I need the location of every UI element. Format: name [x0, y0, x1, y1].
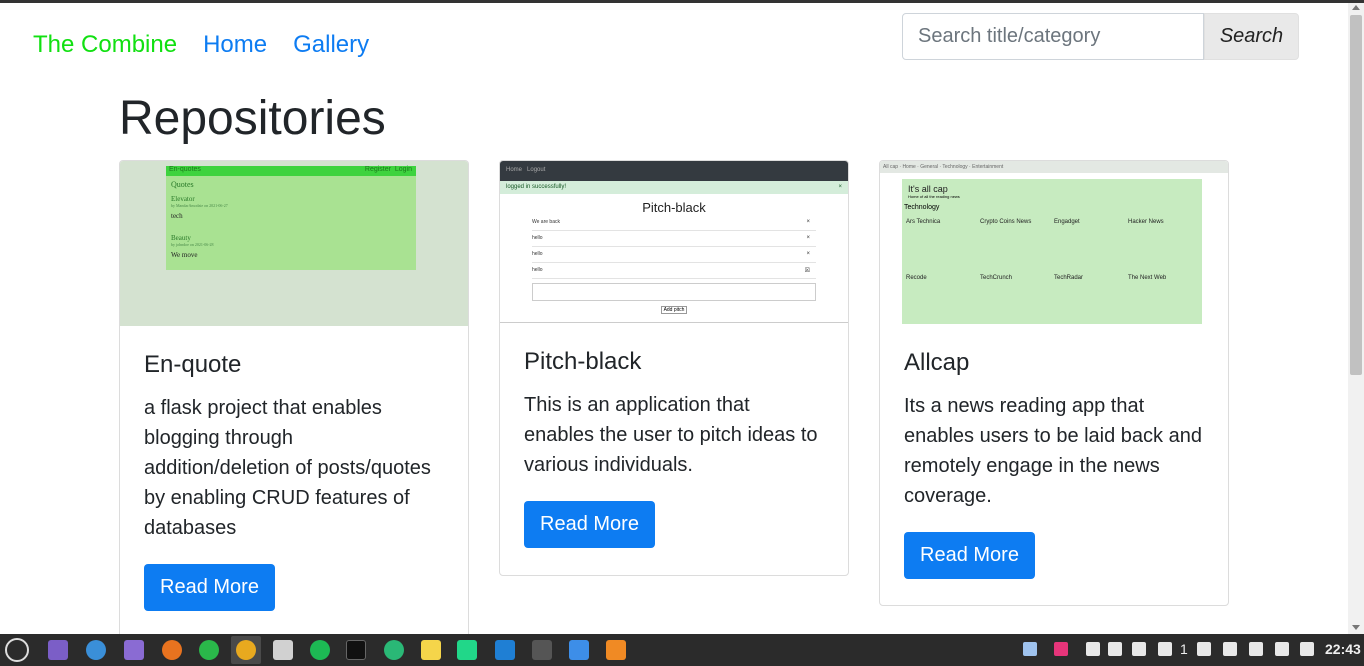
notes-icon[interactable]	[421, 640, 441, 660]
shield-icon[interactable]	[1132, 642, 1146, 656]
card-title: Allcap	[904, 349, 970, 376]
scroll-down-arrow-icon[interactable]	[1352, 625, 1360, 630]
card-title: En-quote	[144, 351, 242, 378]
thumbnail-alert: logged in successfully! ×	[500, 181, 848, 194]
card-body: Pitch-black This is an application that …	[500, 348, 848, 548]
thumbnail-post-meta: by johndoe on 2021-06-28	[171, 242, 214, 247]
en-quote-thumbnail: En-quotes Register Login Quotes Elevator…	[120, 161, 468, 326]
firefox-icon[interactable]	[162, 640, 182, 660]
sound-icon[interactable]	[1275, 642, 1289, 656]
thumbnail-row: We are back ×	[532, 219, 816, 231]
card-body: En-quote a flask project that enables bl…	[120, 351, 468, 611]
terminal-icon[interactable]	[346, 640, 366, 660]
thumbnail-source: The Next Web	[1128, 275, 1167, 281]
mint-menu-icon[interactable]	[5, 638, 29, 662]
notification-count: 1	[1180, 641, 1188, 657]
allcap-thumbnail: All cap · Home · General · Technology · …	[880, 161, 1228, 324]
browser-viewport: The Combine Home Gallery Search Reposito…	[0, 3, 1348, 634]
thumbnail-navbar: En-quotes Register Login	[166, 166, 416, 176]
thumbnail-source: TechRadar	[1054, 275, 1084, 281]
clock[interactable]: 22:43	[1325, 641, 1361, 657]
printer-icon[interactable]	[1197, 642, 1211, 656]
thumbnail-post-meta: by MandarAmodzie on 2021-06-27	[171, 203, 228, 208]
card-description: Its a news reading app that enables user…	[904, 395, 1202, 507]
page-title: Repositories	[119, 92, 386, 145]
navbar: The Combine Home Gallery	[33, 31, 369, 59]
thumbnail-post-body: tech	[171, 212, 183, 220]
app-tray-icon[interactable]	[1054, 642, 1068, 656]
brand-link[interactable]: The Combine	[33, 31, 177, 59]
battery-icon[interactable]	[1300, 642, 1314, 656]
card-description: This is an application that enables the …	[524, 394, 818, 476]
thumbnail-content: It's all cap Home of all the reading new…	[902, 179, 1202, 324]
star-icon[interactable]	[1223, 642, 1237, 656]
thumbnail-add-button: Add pitch	[500, 306, 848, 314]
clipboard-icon[interactable]	[1108, 642, 1122, 656]
thumbnail-heading: It's all cap	[908, 184, 948, 194]
media-player-icon[interactable]	[606, 640, 626, 660]
page-scrollbar[interactable]	[1348, 3, 1364, 634]
spotify-icon[interactable]	[310, 640, 330, 660]
chrome-icon[interactable]	[236, 640, 256, 660]
thumbnail-section: Technology	[904, 204, 940, 211]
wifi-icon[interactable]	[1249, 642, 1263, 656]
thumbnail-subtitle: Home of all the reading news	[908, 194, 960, 199]
thumbnail-bar-links: Register Login	[364, 166, 412, 173]
repo-card-pitch-black: Home Logout logged in successfully! × Pit…	[499, 160, 849, 576]
thumbnail-source: Crypto Coins News	[980, 219, 1032, 225]
dropbox-icon[interactable]	[569, 640, 589, 660]
files-icon[interactable]	[124, 640, 144, 660]
search-button[interactable]: Search	[1204, 13, 1299, 60]
thumbnail-post-title: Beauty	[171, 234, 191, 242]
whatsapp-icon[interactable]	[199, 640, 219, 660]
thumbnail-heading: Pitch-black	[642, 200, 706, 215]
thumbnail-source: Recode	[906, 275, 927, 281]
thumbnail-heading: Quotes	[171, 180, 194, 189]
slides-icon[interactable]	[273, 640, 293, 660]
nav-link-gallery[interactable]: Gallery	[293, 31, 369, 59]
bluetooth-icon[interactable]	[1086, 642, 1100, 656]
thumbnail-source: Hacker News	[1128, 219, 1164, 225]
repo-card-allcap: All cap · Home · General · Technology · …	[879, 160, 1229, 606]
nav-link-home[interactable]: Home	[203, 31, 267, 59]
atom-icon[interactable]	[384, 640, 404, 660]
taskbar: 1 22:43	[0, 634, 1364, 666]
pycharm-icon[interactable]	[457, 640, 477, 660]
thumbnail-navbar: Home Logout	[500, 161, 848, 181]
thumbnail-source: TechCrunch	[980, 275, 1013, 281]
search-form: Search	[902, 13, 1299, 60]
thumbnail-post-body: We move	[171, 251, 198, 259]
read-more-button[interactable]: Read More	[904, 532, 1035, 579]
card-body: Allcap Its a news reading app that enabl…	[880, 349, 1228, 579]
thumbnail-row: hello ×	[532, 251, 816, 263]
thumbnail-source: Ars Technica	[906, 219, 941, 225]
workspace-icon[interactable]	[48, 640, 68, 660]
pitch-black-thumbnail: Home Logout logged in successfully! × Pit…	[500, 161, 848, 323]
thumbnail-sources-row: Ars Technica Crypto Coins News Engadget …	[902, 219, 1202, 225]
thumbnail-row: hello ×	[532, 235, 816, 247]
thumbnail-content: En-quotes Register Login Quotes Elevator…	[166, 166, 416, 270]
card-description: a flask project that enables blogging th…	[144, 397, 431, 539]
read-more-button[interactable]: Read More	[144, 564, 275, 611]
thumbnail-source: Engadget	[1054, 219, 1080, 225]
scroll-up-arrow-icon[interactable]	[1352, 5, 1360, 10]
search-input[interactable]	[902, 13, 1204, 60]
scrollbar-thumb[interactable]	[1350, 15, 1362, 375]
thumbnail-row: hello ☒	[532, 267, 816, 279]
settings-icon[interactable]	[86, 640, 106, 660]
thumbnail-textarea	[532, 283, 816, 301]
dropbox-tray-icon[interactable]	[1023, 642, 1037, 656]
thumbnail-bar-title: En-quotes	[169, 166, 201, 173]
thumbnail-post-title: Elevator	[171, 195, 195, 203]
repo-card-en-quote: En-quotes Register Login Quotes Elevator…	[119, 160, 469, 634]
vscode-icon[interactable]	[495, 640, 515, 660]
calculator-icon[interactable]	[532, 640, 552, 660]
thumbnail-navbar: All cap · Home · General · Technology · …	[880, 161, 1228, 173]
thumbnail-sources-row: Recode TechCrunch TechRadar The Next Web	[902, 275, 1202, 281]
notification-icon[interactable]	[1158, 642, 1172, 656]
card-title: Pitch-black	[524, 348, 642, 375]
read-more-button[interactable]: Read More	[524, 501, 655, 548]
